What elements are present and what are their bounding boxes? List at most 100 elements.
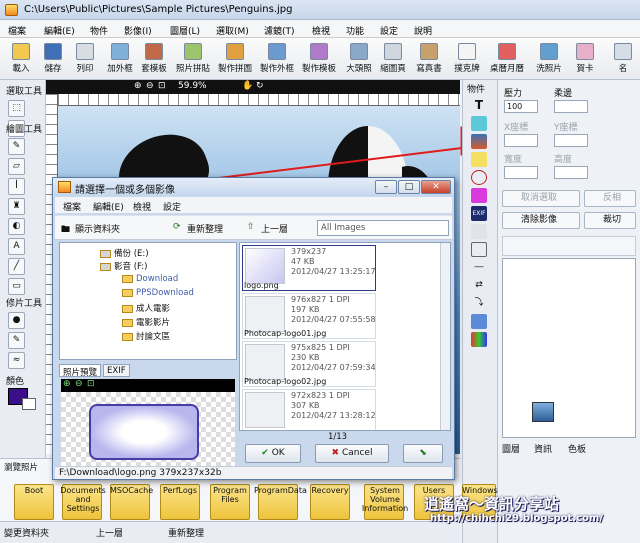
dialog-menu-view[interactable]: 檢視 bbox=[133, 200, 151, 213]
rect-select-tool[interactable]: ⬚ bbox=[8, 100, 25, 117]
eraser-icon[interactable]: ▱ bbox=[8, 158, 25, 175]
menu-function[interactable]: 功能 bbox=[346, 24, 364, 37]
minimize-button[interactable]: – bbox=[375, 180, 397, 194]
dialog-menu-settings[interactable]: 設定 bbox=[163, 200, 181, 213]
greeting-card-button[interactable]: 賀卡 bbox=[570, 40, 600, 78]
menu-settings[interactable]: 設定 bbox=[380, 24, 398, 37]
menu-layer[interactable]: 圖層(L) bbox=[170, 24, 200, 37]
menu-object[interactable]: 物件 bbox=[90, 24, 108, 37]
tab-layers[interactable]: 圖層 bbox=[502, 442, 520, 455]
rectangle-icon[interactable]: ▭ bbox=[8, 278, 25, 295]
text-tool-icon[interactable]: T bbox=[471, 98, 487, 113]
line-object-icon[interactable]: ― bbox=[471, 260, 487, 275]
tree-item[interactable]: PPSDownload bbox=[122, 288, 194, 298]
layer-list[interactable] bbox=[502, 258, 636, 438]
add-frame-button[interactable]: 加外框 bbox=[105, 40, 135, 78]
photo-collage-button[interactable]: 照片拼貼 bbox=[176, 40, 210, 78]
file-item[interactable]: 379x237 47 KB 2012/04/27 13:25:17 logo.p… bbox=[242, 245, 376, 291]
thumbnail-page-button[interactable]: 縮圖頁 bbox=[378, 40, 408, 78]
file-item[interactable]: 976x827 1 DPI 197 KB 2012/04/27 07:55:58… bbox=[242, 293, 376, 339]
cancel-select-button[interactable]: 取消選取 bbox=[502, 190, 580, 207]
file-list-scrollbar[interactable] bbox=[440, 243, 450, 430]
photo-book-button[interactable]: 寫真書 bbox=[414, 40, 444, 78]
preview-zoom-out-icon[interactable]: ⊖ bbox=[75, 379, 83, 389]
line-icon[interactable]: ╱ bbox=[8, 258, 25, 275]
tree-item[interactable]: Download bbox=[122, 274, 178, 284]
star-icon[interactable] bbox=[471, 314, 487, 329]
image-object-icon[interactable] bbox=[471, 134, 487, 149]
tree-item[interactable]: 討論文區 bbox=[122, 330, 170, 342]
browser-refresh-button[interactable]: 重新整理 bbox=[168, 526, 204, 539]
mosaic-icon[interactable] bbox=[471, 332, 487, 347]
menu-filter[interactable]: 濾鏡(T) bbox=[264, 24, 295, 37]
browser-up-button[interactable]: 上一層 bbox=[96, 526, 123, 539]
brush-icon[interactable]: ꟾ bbox=[8, 178, 25, 195]
smooth-icon[interactable]: ≈ bbox=[8, 352, 25, 369]
text-icon[interactable]: A bbox=[8, 238, 25, 255]
dialog-menu-file[interactable]: 檔案 bbox=[63, 200, 81, 213]
maximize-button[interactable]: □ bbox=[398, 180, 420, 194]
hand-icon[interactable]: ✋ bbox=[242, 81, 253, 91]
make-puzzle-button[interactable]: 製作拼圖 bbox=[218, 40, 252, 78]
tree-item[interactable]: 電影影片 bbox=[122, 316, 170, 328]
arrow-object-icon[interactable]: ⇄ bbox=[471, 278, 487, 293]
close-button[interactable]: ✕ bbox=[421, 180, 451, 194]
calendar-button[interactable]: 桌曆月曆 bbox=[490, 40, 524, 78]
secondary-color-swatch[interactable] bbox=[22, 398, 36, 410]
cancel-button[interactable]: ✖ Cancel bbox=[315, 444, 389, 463]
exif-icon[interactable]: EXIF bbox=[471, 206, 487, 221]
tree-item[interactable]: 影音 (F:) bbox=[100, 260, 147, 272]
poker-card-button[interactable]: 撲克牌 bbox=[452, 40, 482, 78]
zoom-fit-icon[interactable]: ⊡ bbox=[158, 81, 166, 91]
x-input[interactable] bbox=[504, 134, 538, 147]
menu-edit[interactable]: 編輯(E) bbox=[44, 24, 75, 37]
zoom-out-icon[interactable]: ⊖ bbox=[146, 81, 154, 91]
file-item[interactable]: 972x823 1 DPI 307 KB 2012/04/27 13:28:12 bbox=[242, 389, 376, 430]
menu-image[interactable]: 影像(I) bbox=[124, 24, 152, 37]
change-folder-button[interactable]: 變更資料夾 bbox=[4, 526, 49, 539]
layer-thumbnail[interactable] bbox=[532, 402, 554, 422]
height-input[interactable] bbox=[554, 166, 588, 179]
zoom-in-icon[interactable]: ⊕ bbox=[134, 81, 142, 91]
dialog-menu-edit[interactable]: 編輯(E) bbox=[93, 200, 124, 213]
refresh-button[interactable]: 重新整理 bbox=[187, 222, 223, 235]
preview-fit-icon[interactable]: ⊡ bbox=[87, 379, 95, 389]
shape-tool-icon[interactable] bbox=[471, 116, 487, 131]
menu-file[interactable]: 檔案 bbox=[8, 24, 26, 37]
blur-icon[interactable]: ◐ bbox=[8, 218, 25, 235]
add-button[interactable]: ⬊ bbox=[403, 444, 443, 463]
browser-tab[interactable]: 瀏覽照片 bbox=[4, 461, 38, 473]
template-button[interactable]: 套模板 bbox=[139, 40, 169, 78]
make-template-button[interactable]: 製作模板 bbox=[302, 40, 336, 78]
menu-view[interactable]: 檢視 bbox=[312, 24, 330, 37]
stamp-icon[interactable]: ♜ bbox=[8, 198, 25, 215]
print-button[interactable]: 列印 bbox=[70, 40, 100, 78]
balloon-icon[interactable] bbox=[471, 224, 487, 239]
tab-info[interactable]: 資訊 bbox=[534, 442, 552, 455]
tree-item[interactable]: 成人電影 bbox=[122, 302, 170, 314]
crop-button[interactable]: 裁切 bbox=[584, 212, 636, 229]
redeye-icon[interactable]: ● bbox=[8, 312, 25, 329]
retouch-icon[interactable]: ✎ bbox=[8, 332, 25, 349]
file-item[interactable]: 975x825 1 DPI 230 KB 2012/04/27 07:59:34… bbox=[242, 341, 376, 387]
clock-icon[interactable] bbox=[471, 170, 487, 185]
invert-button[interactable]: 反相 bbox=[584, 190, 636, 207]
ok-button[interactable]: ✔ OK bbox=[245, 444, 301, 463]
filter-select[interactable]: All Images bbox=[317, 220, 449, 236]
pressure-input[interactable]: 100 bbox=[504, 100, 538, 113]
width-input[interactable] bbox=[504, 166, 538, 179]
preview-zoom-in-icon[interactable]: ⊕ bbox=[63, 379, 71, 389]
menu-select[interactable]: 選取(M) bbox=[216, 24, 249, 37]
business-card-button[interactable]: 名 bbox=[608, 40, 638, 78]
clear-image-button[interactable]: 清除影像 bbox=[502, 212, 580, 229]
file-list[interactable]: 379x237 47 KB 2012/04/27 13:25:17 logo.p… bbox=[239, 242, 451, 431]
id-photo-button[interactable]: 大頭照 bbox=[344, 40, 374, 78]
tab-swatches[interactable]: 色板 bbox=[568, 442, 586, 455]
tab-photo-preview[interactable]: 照片預覽 bbox=[59, 364, 102, 378]
frame-object-icon[interactable] bbox=[471, 152, 487, 167]
rectangle-object-icon[interactable] bbox=[471, 242, 487, 257]
folder-tree[interactable]: 備份 (E:) 影音 (F:) Download PPSDownload 成人電… bbox=[59, 242, 237, 360]
tab-exif[interactable]: EXIF bbox=[103, 364, 130, 377]
feather-input[interactable] bbox=[554, 100, 588, 113]
rotate-icon[interactable]: ↻ bbox=[256, 81, 264, 91]
